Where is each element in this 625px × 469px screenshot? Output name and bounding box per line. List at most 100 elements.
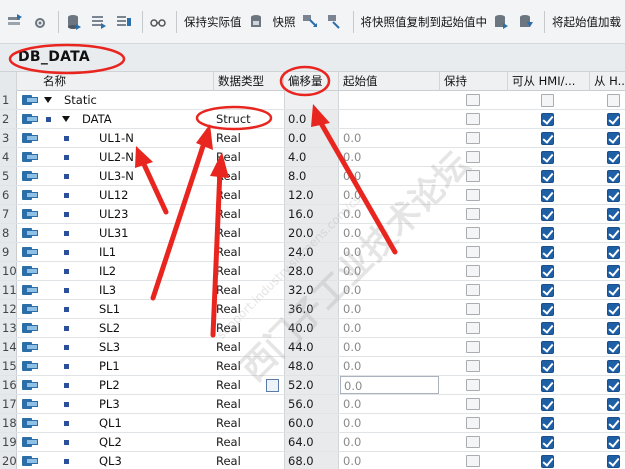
retain-checkbox[interactable] xyxy=(466,322,480,334)
accessible-hmi-checkbox[interactable] xyxy=(541,436,554,449)
keep-actual-values-button[interactable]: 保持实际值 xyxy=(181,9,245,35)
data-type[interactable]: Real xyxy=(214,300,284,318)
accessible-hmi-checkbox[interactable] xyxy=(541,246,554,259)
row-number[interactable]: 17 xyxy=(0,395,17,413)
accessible-hmi-checkbox[interactable] xyxy=(541,227,554,240)
expand-toggle-icon[interactable] xyxy=(62,116,70,122)
row-number[interactable]: 9 xyxy=(0,243,17,261)
tag-name[interactable]: UL1-N xyxy=(99,129,134,147)
tag-name[interactable]: UL12 xyxy=(99,186,128,204)
accessible-hmi-checkbox[interactable] xyxy=(541,170,554,183)
tag-name[interactable]: UL2-N xyxy=(99,148,134,166)
header-name[interactable]: 名称 xyxy=(17,72,214,91)
load-start-values-button[interactable]: 将起始值加载 xyxy=(549,9,624,35)
tag-name[interactable]: PL3 xyxy=(99,395,120,413)
table-row[interactable]: 17 PL3 Real 56.0 0.0 xyxy=(0,395,625,414)
accessible-hmi-checkbox[interactable] xyxy=(541,341,554,354)
start-value[interactable]: 0.0 xyxy=(340,376,439,394)
row-number[interactable]: 10 xyxy=(0,262,17,280)
row-number[interactable]: 4 xyxy=(0,148,17,166)
accessible-hmi-checkbox[interactable] xyxy=(541,113,554,126)
retain-checkbox[interactable] xyxy=(466,170,480,182)
tag-name[interactable]: QL3 xyxy=(99,452,122,469)
retain-checkbox[interactable] xyxy=(466,398,480,410)
table-row[interactable]: 5 UL3-N Real 8.0 0.0 xyxy=(0,167,625,186)
data-type[interactable]: Real xyxy=(214,338,284,356)
writable-hmi-checkbox[interactable] xyxy=(607,132,620,145)
retain-checkbox[interactable] xyxy=(466,303,480,315)
table-row[interactable]: 13 SL2 Real 40.0 0.0 xyxy=(0,319,625,338)
table-row[interactable]: 4 UL2-N Real 4.0 0.0 xyxy=(0,148,625,167)
start-value[interactable]: 0.0 xyxy=(340,300,440,318)
row-number[interactable]: 14 xyxy=(0,338,17,356)
writable-hmi-checkbox[interactable] xyxy=(607,189,620,202)
table-row[interactable]: 14 SL3 Real 44.0 0.0 xyxy=(0,338,625,357)
list-button[interactable] xyxy=(113,9,135,35)
retain-checkbox[interactable] xyxy=(466,341,480,353)
header-type[interactable]: 数据类型 xyxy=(214,72,284,91)
table-row[interactable]: 15 PL1 Real 48.0 0.0 xyxy=(0,357,625,376)
retain-checkbox[interactable] xyxy=(466,284,480,296)
data-type[interactable]: Real xyxy=(214,186,284,204)
writable-hmi-checkbox[interactable] xyxy=(607,208,620,221)
table-row[interactable]: 9 IL1 Real 24.0 0.0 xyxy=(0,243,625,262)
snapshot-icon-button[interactable] xyxy=(245,9,267,35)
writable-hmi-checkbox[interactable] xyxy=(607,379,620,392)
accessible-hmi-checkbox[interactable] xyxy=(541,360,554,373)
row-number[interactable]: 11 xyxy=(0,281,17,299)
start-value[interactable]: 0.0 xyxy=(340,129,440,147)
table-row[interactable]: 19 QL2 Real 64.0 0.0 xyxy=(0,433,625,452)
data-type[interactable]: Real xyxy=(214,433,284,451)
accessible-hmi-checkbox[interactable] xyxy=(541,208,554,221)
tag-name[interactable]: DATA xyxy=(82,110,112,128)
accessible-hmi-checkbox[interactable] xyxy=(541,132,554,145)
header-writable-hmi[interactable]: 从 H... xyxy=(590,72,625,91)
tag-name[interactable]: PL2 xyxy=(99,376,120,394)
retain-checkbox[interactable] xyxy=(466,379,480,391)
data-type[interactable]: Real xyxy=(214,414,284,432)
start-value[interactable]: 0.0 xyxy=(340,319,440,337)
accessible-hmi-checkbox[interactable] xyxy=(541,265,554,278)
row-number[interactable]: 15 xyxy=(0,357,17,375)
tag-name[interactable]: UL23 xyxy=(99,205,128,223)
table-row[interactable]: 6 UL12 Real 12.0 0.0 xyxy=(0,186,625,205)
writable-hmi-checkbox[interactable] xyxy=(607,284,620,297)
row-number[interactable]: 19 xyxy=(0,433,17,451)
table-row[interactable]: 8 UL31 Real 20.0 0.0 xyxy=(0,224,625,243)
expand-toggle-icon[interactable] xyxy=(44,97,52,103)
start-value[interactable]: 0.0 xyxy=(340,148,440,166)
writable-hmi-checkbox[interactable] xyxy=(607,436,620,449)
load-start-icon-button[interactable] xyxy=(490,9,512,35)
accessible-hmi-checkbox[interactable] xyxy=(541,455,554,468)
data-type[interactable]: Real xyxy=(214,129,284,147)
row-number[interactable]: 5 xyxy=(0,167,17,185)
table-row[interactable]: 12 SL1 Real 36.0 0.0 xyxy=(0,300,625,319)
table-row[interactable]: 20 QL3 Real 68.0 0.0 xyxy=(0,452,625,469)
tag-name[interactable]: SL1 xyxy=(99,300,120,318)
table-row[interactable]: 1 Static xyxy=(0,91,625,110)
row-number[interactable]: 13 xyxy=(0,319,17,337)
data-type[interactable]: Real xyxy=(214,262,284,280)
accessible-hmi-checkbox[interactable] xyxy=(541,398,554,411)
header-start[interactable]: 起始值 xyxy=(339,72,440,91)
load-start-icon-button-2[interactable] xyxy=(515,9,537,35)
monitor-button[interactable] xyxy=(88,9,110,35)
start-value[interactable]: 0.0 xyxy=(340,452,440,469)
row-number[interactable]: 12 xyxy=(0,300,17,318)
retain-checkbox[interactable] xyxy=(466,265,480,277)
data-type[interactable]: Real xyxy=(214,395,284,413)
start-value[interactable]: 0.0 xyxy=(340,281,440,299)
retain-checkbox[interactable] xyxy=(466,113,480,125)
row-number[interactable]: 18 xyxy=(0,414,17,432)
retain-checkbox[interactable] xyxy=(466,246,480,258)
data-type[interactable]: Real xyxy=(214,243,284,261)
row-number[interactable]: 3 xyxy=(0,129,17,147)
settings-button[interactable] xyxy=(29,9,51,35)
copy-snapshot-icon-button[interactable] xyxy=(299,9,321,35)
start-value[interactable]: 0.0 xyxy=(340,433,440,451)
row-number[interactable]: 20 xyxy=(0,452,17,469)
data-type[interactable]: Real xyxy=(214,281,284,299)
start-value[interactable]: 0.0 xyxy=(340,167,440,185)
tag-name[interactable]: IL3 xyxy=(99,281,116,299)
writable-hmi-checkbox[interactable] xyxy=(607,417,620,430)
